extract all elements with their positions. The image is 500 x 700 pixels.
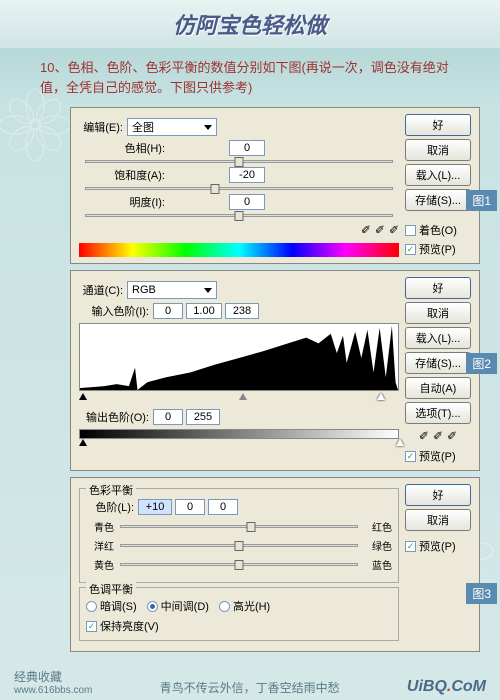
figure-label-2: 图2	[466, 353, 497, 374]
input-gamma[interactable]	[186, 303, 222, 319]
channel-select[interactable]: RGB	[127, 281, 217, 299]
chevron-down-icon	[204, 125, 212, 130]
cyan-red-slider[interactable]	[120, 525, 358, 528]
eyedropper-sub-icon[interactable]: ✐	[389, 223, 399, 237]
histogram	[79, 323, 399, 391]
options-button[interactable]: 选项(T)...	[405, 402, 471, 424]
cancel-button[interactable]: 取消	[405, 302, 471, 324]
light-slider[interactable]	[85, 214, 393, 217]
black-eyedropper-icon[interactable]: ✐	[419, 429, 429, 443]
save-button[interactable]: 存储(S)...	[405, 189, 471, 211]
output-white[interactable]	[186, 409, 220, 425]
input-white[interactable]	[225, 303, 259, 319]
hue-saturation-dialog: 图1 编辑(E): 全图 色相(H): 饱和度(A):	[70, 107, 480, 264]
color-balance-legend: 色彩平衡	[86, 482, 136, 498]
footer-collect: 经典收藏	[14, 668, 92, 685]
shadows-radio[interactable]: 暗调(S)	[86, 598, 137, 614]
level-2[interactable]	[208, 499, 238, 515]
auto-button[interactable]: 自动(A)	[405, 377, 471, 399]
white-eyedropper-icon[interactable]: ✐	[447, 429, 457, 443]
preview-checkbox[interactable]: ✓预览(P)	[405, 448, 471, 464]
footer-poem: 青鸟不传云外信，丁香空结雨中愁	[160, 679, 340, 696]
sat-input[interactable]	[229, 167, 265, 183]
output-slider[interactable]	[79, 441, 399, 449]
footer: 经典收藏 www.616bbs.com 青鸟不传云外信，丁香空结雨中愁 UiBQ…	[0, 668, 500, 696]
gray-eyedropper-icon[interactable]: ✐	[433, 429, 443, 443]
output-black[interactable]	[153, 409, 183, 425]
preserve-lum-checkbox[interactable]: ✓保持亮度(V)	[86, 618, 392, 634]
eyedropper-add-icon[interactable]: ✐	[375, 223, 385, 237]
preview-checkbox[interactable]: ✓预览(P)	[405, 538, 471, 554]
chevron-down-icon	[204, 288, 212, 293]
channel-label: 通道(C):	[79, 282, 127, 298]
magenta-green-slider[interactable]	[120, 544, 358, 547]
level-1[interactable]	[175, 499, 205, 515]
light-input[interactable]	[229, 194, 265, 210]
highlights-radio[interactable]: 高光(H)	[219, 598, 270, 614]
hue-label: 色相(H):	[79, 140, 169, 156]
level-label: 色阶(L):	[86, 499, 138, 515]
footer-site: www.616bbs.com	[14, 685, 92, 696]
input-black[interactable]	[153, 303, 183, 319]
eyedropper-icon[interactable]: ✐	[361, 223, 371, 237]
ok-button[interactable]: 好	[405, 484, 471, 506]
input-slider[interactable]	[79, 395, 399, 403]
midtones-radio[interactable]: 中间调(D)	[147, 598, 209, 614]
tone-legend: 色调平衡	[86, 581, 136, 597]
color-balance-dialog: 图3 色彩平衡 色阶(L): 青色红色 洋红绿色 黄色蓝色 色调平衡 暗调(S)	[70, 477, 480, 652]
green-label: 绿色	[364, 538, 392, 553]
light-label: 明度(I):	[79, 194, 169, 210]
sat-label: 饱和度(A):	[79, 167, 169, 183]
levels-dialog: 图2 通道(C): RGB 输入色阶(I):	[70, 270, 480, 471]
sat-slider[interactable]	[85, 187, 393, 190]
ok-button[interactable]: 好	[405, 277, 471, 299]
hue-slider[interactable]	[85, 160, 393, 163]
cancel-button[interactable]: 取消	[405, 509, 471, 531]
figure-label-1: 图1	[466, 190, 497, 211]
cancel-button[interactable]: 取消	[405, 139, 471, 161]
yellow-label: 黄色	[86, 557, 114, 572]
edit-value: 全图	[132, 119, 154, 135]
figure-label-3: 图3	[466, 583, 497, 604]
channel-value: RGB	[132, 284, 156, 296]
blue-label: 蓝色	[364, 557, 392, 572]
save-button[interactable]: 存储(S)...	[405, 352, 471, 374]
input-levels-label: 输入色阶(I):	[79, 303, 153, 319]
level-0[interactable]	[138, 499, 172, 515]
logo: UiBQ.CoM	[407, 678, 486, 696]
colorize-checkbox[interactable]: 着色(O)	[405, 222, 471, 238]
yellow-blue-slider[interactable]	[120, 563, 358, 566]
load-button[interactable]: 载入(L)...	[405, 327, 471, 349]
hue-input[interactable]	[229, 140, 265, 156]
red-label: 红色	[364, 519, 392, 534]
page-title: 仿阿宝色轻松做	[0, 0, 500, 48]
edit-label: 编辑(E):	[79, 119, 127, 135]
output-levels-label: 输出色阶(O):	[79, 409, 153, 425]
load-button[interactable]: 载入(L)...	[405, 164, 471, 186]
magenta-label: 洋红	[86, 538, 114, 553]
ok-button[interactable]: 好	[405, 114, 471, 136]
intro-text: 10、色相、色阶、色彩平衡的数值分别如下图(再说一次，调色没有绝对值，全凭自己的…	[0, 48, 500, 105]
preview-checkbox[interactable]: ✓预览(P)	[405, 241, 471, 257]
cyan-label: 青色	[86, 519, 114, 534]
output-gradient	[79, 429, 399, 439]
edit-select[interactable]: 全图	[127, 118, 217, 136]
hue-gradient-bar	[79, 243, 399, 257]
